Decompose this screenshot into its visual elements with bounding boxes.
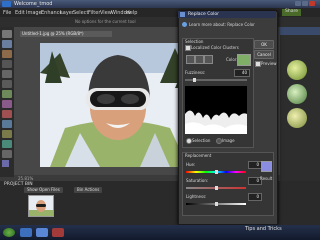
magic-wand-tool-icon[interactable] [2,90,12,98]
lightness-slider-handle[interactable] [215,202,218,206]
red-eye-tool-icon[interactable] [2,110,12,118]
fuzziness-label: Fuzziness: [185,70,206,75]
hue-field[interactable]: 0 [248,161,262,169]
lightness-field[interactable]: 0 [248,193,262,201]
toolbox [0,27,14,177]
lightness-label: Lightness: [186,194,207,199]
marquee-tool-icon[interactable] [2,70,12,78]
media-player-icon[interactable] [52,228,64,237]
healing-brush-icon[interactable] [2,120,12,128]
photoshop-elements-icon[interactable] [36,228,48,237]
brush-tool-icon[interactable] [2,140,12,148]
share-tab[interactable]: Share [282,9,301,16]
effect-thumbnail-1[interactable] [287,60,307,80]
fuzziness-slider-handle[interactable] [193,78,196,82]
window-title: Welcome_tmod [14,1,53,7]
thumbnail-image [29,196,53,216]
eyedropper-minus-icon[interactable] [204,55,213,64]
title-bar: Welcome_tmod [0,0,320,8]
palette-header [280,27,320,35]
close-button[interactable] [309,1,315,6]
lasso-tool-icon[interactable] [2,80,12,88]
result-color-swatch[interactable] [261,161,272,172]
ok-button[interactable]: OK [254,40,274,49]
window-controls [294,1,318,7]
menu-file[interactable]: File [3,10,11,16]
fuzziness-field[interactable]: 40 [234,69,250,77]
selection-radio-label: Selection [192,138,211,143]
effect-thumbnail-2[interactable] [287,84,307,104]
quick-selection-tool-icon[interactable] [2,100,12,108]
eyedropper-tool-icon[interactable] [2,60,12,68]
move-tool-icon[interactable] [2,30,12,38]
menu-edit[interactable]: Edit [15,10,25,16]
zoom-tool-icon[interactable] [2,40,12,48]
start-button-icon[interactable] [3,228,15,237]
selection-mask-image [185,86,247,134]
selection-color-swatch[interactable] [237,54,251,66]
eyedropper-plus-icon[interactable] [195,55,204,64]
saturation-label: Saturation: [186,178,209,183]
selection-preview [185,86,247,134]
preview-label: Preview [261,61,277,66]
skier-photo [40,43,195,167]
menu-select[interactable]: Select [73,10,88,16]
bin-actions-button[interactable]: Bin Actions [74,187,103,193]
result-label: Result [260,176,273,181]
stage-label [170,2,176,9]
maximize-button[interactable] [302,1,308,6]
app-icon [2,1,11,7]
tips-and-tricks-link[interactable]: Tips and Tricks [245,226,282,232]
eraser-tool-icon[interactable] [2,150,12,158]
localized-color-clusters-label: Localized Color Clusters [191,45,239,50]
replacement-header: Replacement [185,153,212,158]
bin-thumbnail[interactable] [28,195,54,217]
eyedropper-icon[interactable] [186,55,195,64]
show-open-files-dropdown[interactable]: Show Open Files [24,187,63,193]
cancel-button[interactable]: Cancel [254,50,274,59]
selection-header: Selection [185,39,204,44]
image-radio-label: Image [222,138,235,143]
dialog-app-icon [180,12,185,17]
hand-tool-icon[interactable] [2,50,12,58]
menu-help[interactable]: Help [126,10,137,16]
saturation-slider-handle[interactable] [215,186,218,190]
document-tab[interactable]: Untitled-1.jpg @ 25% (RGB/8*) [20,31,112,37]
options-hint: No options for the current tool [75,19,136,24]
photo-canvas[interactable] [40,43,195,167]
effect-thumbnail-3[interactable] [287,108,307,128]
hue-label: Hue: [186,162,196,167]
menu-layer[interactable]: Layer [60,10,74,16]
explorer-icon[interactable] [20,228,32,237]
foreground-color-swatch[interactable] [2,160,9,167]
learn-more-link[interactable]: Learn more about: Replace Color [189,22,255,27]
menu-image[interactable]: Image [26,10,42,16]
menu-filter[interactable]: Filter [88,10,100,16]
dialog-title-bar: Replace Color [178,11,276,18]
color-label: Color: [226,57,238,62]
clone-stamp-icon[interactable] [2,130,12,138]
minimize-button[interactable] [295,1,301,6]
info-icon [182,22,187,27]
hue-slider-handle[interactable] [215,170,218,174]
effects-palette [280,27,320,181]
